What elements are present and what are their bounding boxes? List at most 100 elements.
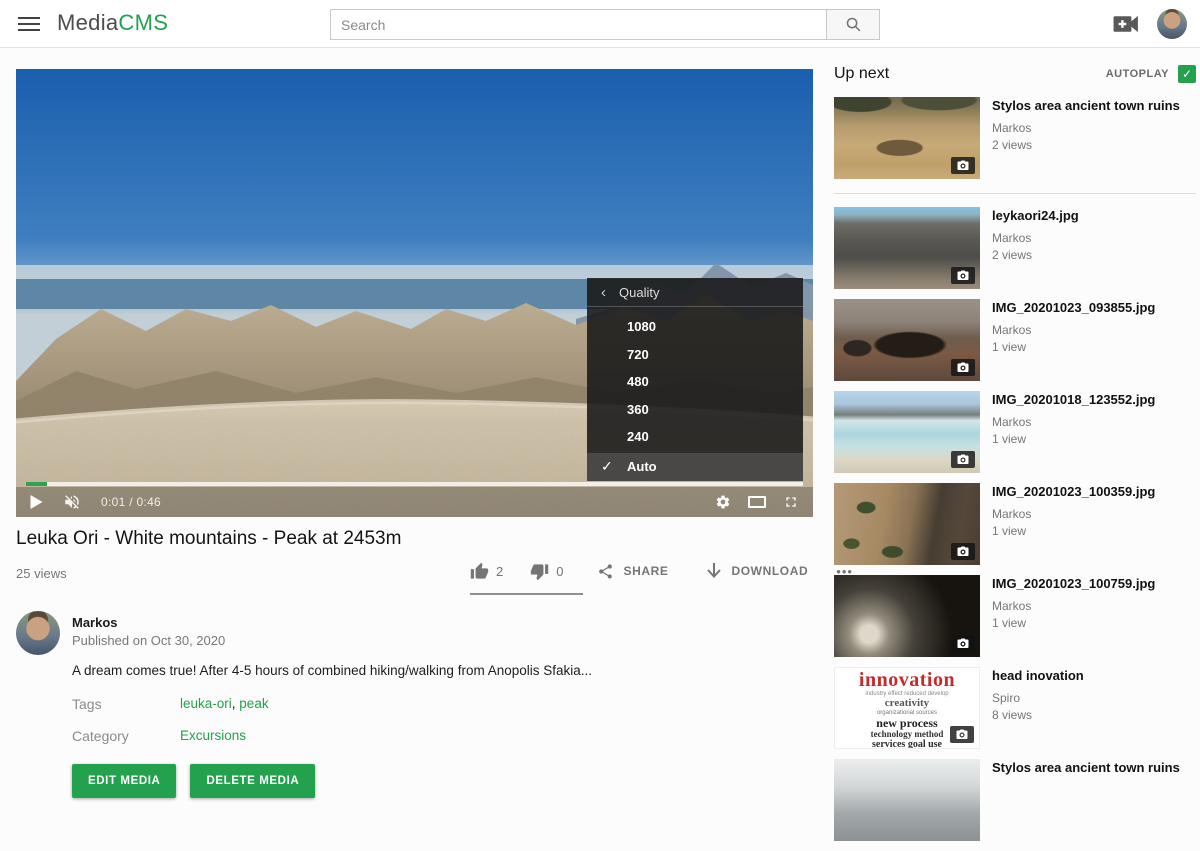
video-player[interactable]: ‹ Quality 1080 720 480 360 240 ✓ Auto 0:… — [16, 69, 813, 517]
tags-label: Tags — [72, 696, 102, 712]
like-count: 2 — [496, 564, 503, 579]
share-button[interactable]: SHARE — [597, 563, 668, 580]
site-logo[interactable]: MediaCMS — [57, 10, 168, 36]
search-bar — [330, 9, 880, 40]
play-icon — [30, 495, 43, 509]
user-avatar[interactable] — [1157, 9, 1187, 39]
divider — [834, 193, 1196, 194]
tag-link[interactable]: peak — [239, 696, 268, 711]
dislike-button[interactable]: 0 — [530, 562, 563, 581]
up-next-item[interactable]: leykaori24.jpg Markos 2 views — [834, 207, 1196, 289]
image-type-badge — [951, 267, 975, 284]
thumb-up-icon — [470, 562, 489, 581]
quality-option-480[interactable]: 480 — [587, 368, 803, 396]
camera-icon — [957, 270, 969, 281]
settings-button[interactable] — [715, 494, 731, 510]
theater-icon — [748, 496, 766, 508]
item-views: 1 view — [992, 524, 1155, 538]
item-title: IMG_20201018_123552.jpg — [992, 392, 1155, 408]
thumbnail — [834, 299, 980, 381]
item-views: 2 views — [992, 138, 1180, 152]
download-icon — [706, 562, 722, 580]
item-author: Markos — [992, 121, 1180, 135]
item-title: head inovation — [992, 668, 1084, 684]
up-next-list: Stylos area ancient town ruins Markos 2 … — [834, 97, 1196, 841]
fullscreen-button[interactable] — [783, 494, 799, 510]
item-author: Markos — [992, 231, 1079, 245]
quality-menu-title: Quality — [619, 285, 659, 300]
media-buttons-row: EDIT MEDIA DELETE MEDIA — [72, 764, 315, 798]
delete-media-button[interactable]: DELETE MEDIA — [190, 764, 315, 798]
actions-row: 2 0 SHARE DOWNLOAD ••• — [470, 556, 853, 586]
tag-link[interactable]: leuka-ori — [180, 696, 239, 711]
item-author: Markos — [992, 323, 1155, 337]
item-title: IMG_20201023_100359.jpg — [992, 484, 1155, 500]
volume-off-icon — [62, 493, 82, 511]
up-next-item[interactable]: IMG_20201018_123552.jpg Markos 1 view — [834, 391, 1196, 473]
camera-icon — [957, 546, 969, 557]
thumbnail — [834, 391, 980, 473]
mute-button[interactable] — [62, 493, 82, 511]
share-label: SHARE — [623, 564, 668, 578]
up-next-item[interactable]: IMG_20201023_100759.jpg Markos 1 view — [834, 575, 1196, 657]
like-button[interactable]: 2 — [470, 562, 503, 581]
quality-option-360[interactable]: 360 — [587, 396, 803, 424]
item-views: 2 views — [992, 248, 1079, 262]
page-title: Leuka Ori - White mountains - Peak at 24… — [16, 528, 401, 550]
logo-suffix: CMS — [118, 10, 168, 35]
item-views: 1 view — [992, 616, 1155, 630]
player-control-bar: 0:01 / 0:46 — [16, 487, 813, 517]
check-icon: ✓ — [601, 458, 627, 475]
menu-icon[interactable] — [18, 17, 40, 31]
sidebar-header: Up next AUTOPLAY ✓ — [834, 62, 1196, 86]
image-type-badge — [951, 359, 975, 376]
item-views: 1 view — [992, 340, 1155, 354]
edit-media-button[interactable]: EDIT MEDIA — [72, 764, 176, 798]
video-description: A dream comes true! After 4-5 hours of c… — [72, 663, 712, 678]
tags-list: leuka-oripeak — [180, 696, 269, 711]
camera-icon — [957, 638, 969, 649]
download-button[interactable]: DOWNLOAD — [706, 562, 808, 580]
camera-icon — [957, 454, 969, 465]
quality-option-auto[interactable]: ✓ Auto — [587, 453, 803, 481]
item-views: 1 view — [992, 432, 1155, 446]
up-next-item[interactable]: Stylos area ancient town ruins — [834, 759, 1196, 841]
autoplay-toggle: AUTOPLAY ✓ — [1106, 65, 1196, 83]
search-input[interactable] — [330, 9, 827, 40]
author-name[interactable]: Markos — [72, 615, 118, 630]
thumbnail — [834, 483, 980, 565]
download-label: DOWNLOAD — [731, 564, 808, 578]
thumbnail — [834, 207, 980, 289]
category-link[interactable]: Excursions — [180, 728, 246, 743]
quality-option-240[interactable]: 240 — [587, 423, 803, 451]
gear-icon — [715, 494, 731, 510]
up-next-item[interactable]: innovation industry effect reduced devel… — [834, 667, 1196, 749]
like-dislike-underline — [470, 593, 583, 595]
item-views: 8 views — [992, 708, 1084, 722]
item-title: leykaori24.jpg — [992, 208, 1079, 224]
thumbnail-wordcloud: innovation industry effect reduced devel… — [834, 667, 980, 749]
theater-mode-button[interactable] — [748, 496, 766, 508]
up-next-item[interactable]: IMG_20201023_093855.jpg Markos 1 view — [834, 299, 1196, 381]
check-icon: ✓ — [1182, 67, 1192, 81]
progress-bar[interactable] — [26, 482, 803, 486]
item-author: Spiro — [992, 691, 1084, 705]
item-author: Markos — [992, 415, 1155, 429]
video-upload-icon[interactable] — [1113, 14, 1139, 34]
author-avatar[interactable] — [16, 611, 60, 655]
autoplay-label: AUTOPLAY — [1106, 68, 1169, 80]
camera-icon — [956, 729, 968, 740]
thumbnail — [834, 575, 980, 657]
quality-menu-back[interactable]: ‹ Quality — [587, 278, 803, 307]
up-next-item[interactable]: IMG_20201023_100359.jpg Markos 1 view — [834, 483, 1196, 565]
item-author: Markos — [992, 507, 1155, 521]
quality-option-1080[interactable]: 1080 — [587, 313, 803, 341]
search-button[interactable] — [826, 9, 880, 40]
autoplay-checkbox[interactable]: ✓ — [1178, 65, 1196, 83]
search-icon — [845, 16, 862, 33]
camera-icon — [957, 160, 969, 171]
item-author: Markos — [992, 599, 1155, 613]
up-next-item[interactable]: Stylos area ancient town ruins Markos 2 … — [834, 97, 1196, 179]
play-button[interactable] — [30, 495, 43, 509]
quality-option-720[interactable]: 720 — [587, 341, 803, 369]
